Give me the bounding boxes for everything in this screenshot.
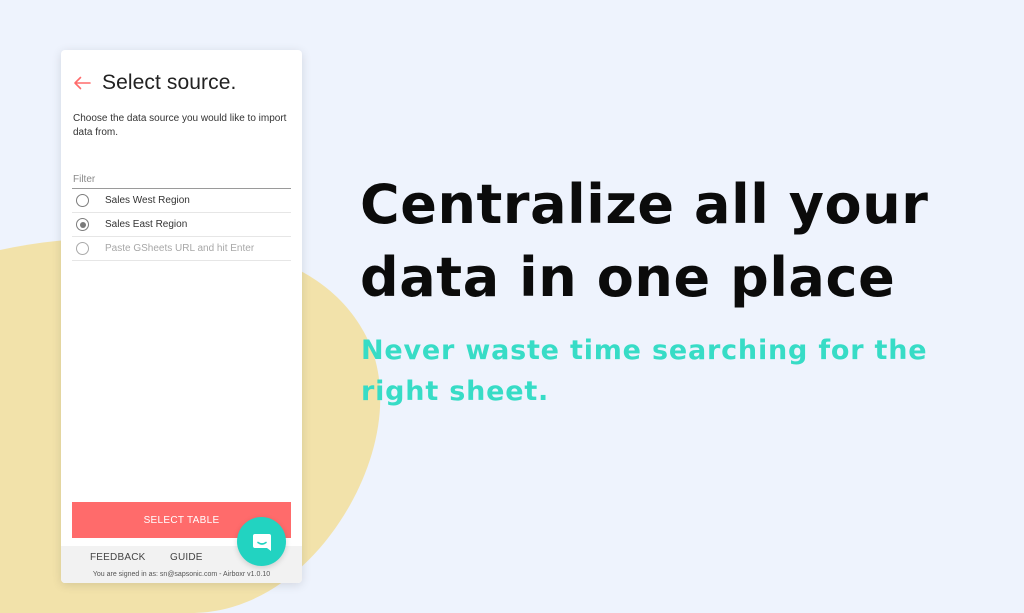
chat-button[interactable] [237,517,286,566]
gsheets-url-placeholder[interactable]: Paste GSheets URL and hit Enter [105,243,254,254]
source-option-sales-west[interactable]: Sales West Region [72,189,291,213]
hero-headline: Centralize all your data in one place [360,173,929,309]
hero-subline: Never waste time searching for the right… [361,335,928,407]
gsheets-url-option[interactable]: Paste GSheets URL and hit Enter [72,237,291,261]
page-title: Select source. [102,71,237,94]
source-option-label: Sales West Region [105,195,190,206]
chat-bubble-icon [252,533,271,551]
arrow-left-icon[interactable] [73,76,91,90]
radio-button[interactable] [76,242,89,255]
select-source-panel: Select source. Choose the data source yo… [61,50,302,583]
panel-description: Choose the data source you would like to… [73,113,287,138]
panel-header: Select source. [73,70,236,96]
radio-button-selected[interactable] [76,218,89,231]
source-option-sales-east[interactable]: Sales East Region [72,213,291,237]
filter-input[interactable] [72,165,291,189]
feedback-link[interactable]: FEEDBACK [90,552,146,563]
source-option-label: Sales East Region [105,219,188,230]
guide-link[interactable]: GUIDE [170,552,203,563]
radio-button[interactable] [76,194,89,207]
signed-in-text: You are signed in as: sn@sapsonic.com - … [92,571,271,578]
